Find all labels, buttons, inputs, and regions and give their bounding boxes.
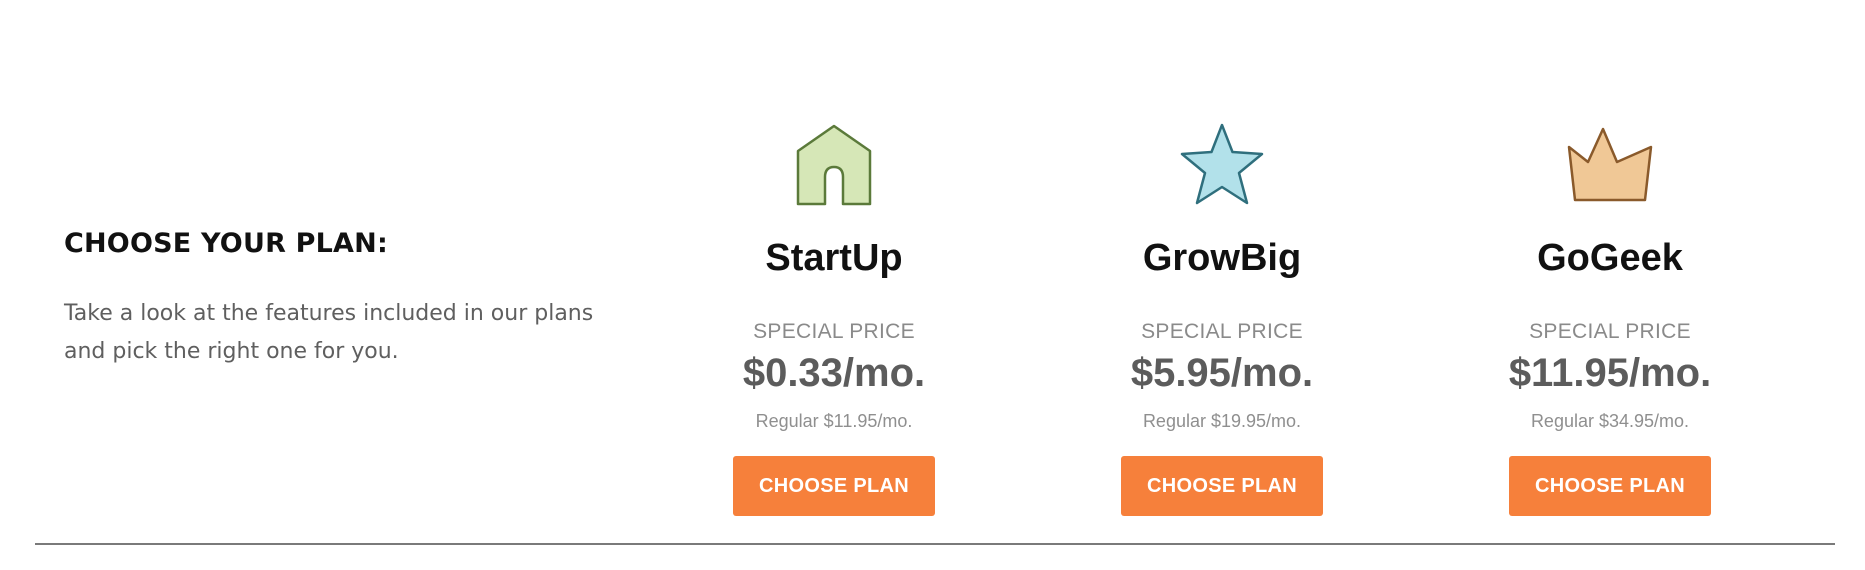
- plan-price: $0.33/mo.: [742, 351, 926, 395]
- plan-cards: StartUp SPECIAL PRICE $0.33/mo. Regular …: [640, 120, 1804, 516]
- regular-price: Regular $19.95/mo.: [1142, 411, 1302, 431]
- special-price-label: SPECIAL PRICE: [753, 320, 915, 343]
- special-price-label: SPECIAL PRICE: [1529, 320, 1691, 343]
- choose-plan-button-gogeek[interactable]: CHOOSE PLAN: [1509, 456, 1711, 516]
- special-price-label: SPECIAL PRICE: [1141, 320, 1303, 343]
- star-icon: [1172, 120, 1272, 210]
- plan-intro: CHOOSE YOUR PLAN: Take a look at the fea…: [64, 228, 664, 371]
- choose-plan-button-startup[interactable]: CHOOSE PLAN: [733, 456, 935, 516]
- plan-card-growbig: GrowBig SPECIAL PRICE $5.95/mo. Regular …: [1028, 120, 1416, 516]
- crown-icon: [1560, 120, 1660, 210]
- section-title: CHOOSE YOUR PLAN:: [64, 228, 388, 259]
- regular-price: Regular $34.95/mo.: [1530, 411, 1690, 431]
- plan-price: $5.95/mo.: [1130, 351, 1314, 395]
- plan-card-gogeek: GoGeek SPECIAL PRICE $11.95/mo. Regular …: [1416, 120, 1804, 516]
- section-description: Take a look at the features included in …: [64, 301, 594, 364]
- plan-price: $11.95/mo.: [1508, 351, 1712, 395]
- plan-card-startup: StartUp SPECIAL PRICE $0.33/mo. Regular …: [640, 120, 1028, 516]
- regular-price: Regular $11.95/mo.: [755, 411, 913, 431]
- section-divider: [35, 543, 1835, 545]
- plan-name: GrowBig: [1142, 237, 1302, 279]
- plan-name: GoGeek: [1537, 237, 1683, 279]
- house-icon: [784, 120, 884, 210]
- plan-name: StartUp: [765, 237, 903, 279]
- choose-plan-button-growbig[interactable]: CHOOSE PLAN: [1121, 456, 1323, 516]
